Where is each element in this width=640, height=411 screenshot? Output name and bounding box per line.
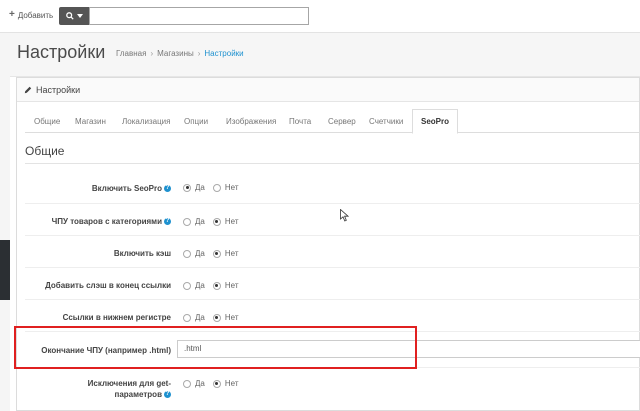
help-icon[interactable]: ? [164,185,171,193]
setting-label: Ссылки в нижнем регистре [62,313,171,322]
sidebar-dark-block [0,240,10,300]
caret-down-icon [76,14,83,18]
radio-no[interactable] [212,249,221,258]
tab-options[interactable]: Опции [184,109,208,133]
setting-label: Включить кэш [113,249,171,258]
radio-no[interactable] [212,183,221,192]
tab-images[interactable]: Изображения [226,109,276,133]
radio-yes[interactable] [183,379,191,388]
radio-no[interactable] [212,313,221,322]
setting-row-get-exceptions: Исключения для get- параметров? Да Нет [25,368,640,411]
setting-label: Добавить слэш в конец ссылки [45,281,171,290]
radio-yes[interactable] [183,249,191,258]
breadcrumb-home[interactable]: Главная [116,49,146,58]
add-button[interactable]: + Добавить [9,10,53,20]
breadcrumb-stores[interactable]: Магазины [157,49,194,58]
radio-group: Да Нет [183,379,243,388]
tab-general[interactable]: Общие [34,109,60,133]
help-icon[interactable]: ? [164,218,171,226]
search-type-button[interactable] [59,7,89,25]
tab-counters[interactable]: Счетчики [369,109,403,133]
sidebar-strip [0,33,10,411]
breadcrumb: Главная › Магазины › Настройки [116,49,244,58]
tab-localization[interactable]: Локализация [122,109,170,133]
setting-label: Включить SeoPro? [91,184,171,193]
divider [25,163,640,164]
breadcrumb-separator: › [197,49,201,58]
radio-group: Да Нет [183,183,243,192]
radio-yes[interactable] [183,281,191,290]
setting-row-trailing-slash: Добавить слэш в конец ссылки Да Нет [25,268,640,300]
radio-no[interactable] [212,281,221,290]
radio-group: Да Нет [183,281,243,290]
radio-group: Да Нет [183,217,243,226]
tab-seopro[interactable]: SeoPro [412,109,459,134]
radio-yes[interactable] [183,183,191,192]
tab-bar: Общие Магазин Локализация Опции Изображе… [25,109,640,134]
radio-yes[interactable] [183,217,191,226]
breadcrumb-settings[interactable]: Настройки [204,49,243,58]
breadcrumb-separator: › [150,49,154,58]
section-title: Общие [25,144,65,158]
radio-group: Да Нет [183,313,243,322]
tab-store[interactable]: Магазин [75,109,106,133]
setting-row-enable-seopro: Включить SeoPro? Да Нет [25,172,640,204]
top-toolbar: + Добавить [0,0,640,33]
setting-row-product-urls-categories: ЧПУ товаров с категориями? Да Нет [25,204,640,236]
panel-heading-title: Настройки [36,84,81,95]
mouse-cursor-icon [340,209,349,222]
radio-no[interactable] [212,379,221,388]
tab-mail[interactable]: Почта [289,109,311,133]
radio-no[interactable] [212,217,221,226]
help-icon[interactable]: ? [164,391,171,399]
search-icon [65,12,74,20]
page-title: Настройки [17,42,106,62]
add-button-label: Добавить [17,10,54,20]
radio-yes[interactable] [183,313,191,322]
highlight-box [14,326,417,369]
panel-heading: Настройки [17,78,639,102]
pencil-icon [24,86,32,93]
plus-icon: + [9,9,15,20]
radio-group: Да Нет [183,249,243,258]
setting-row-enable-cache: Включить кэш Да Нет [25,236,640,268]
setting-label: Исключения для get- параметров? [87,379,171,399]
setting-label: ЧПУ товаров с категориями? [51,217,171,226]
search-input[interactable] [89,7,309,25]
tab-server[interactable]: Сервер [328,109,356,133]
page-header: Настройки Главная › Магазины › Настройки [10,33,640,77]
